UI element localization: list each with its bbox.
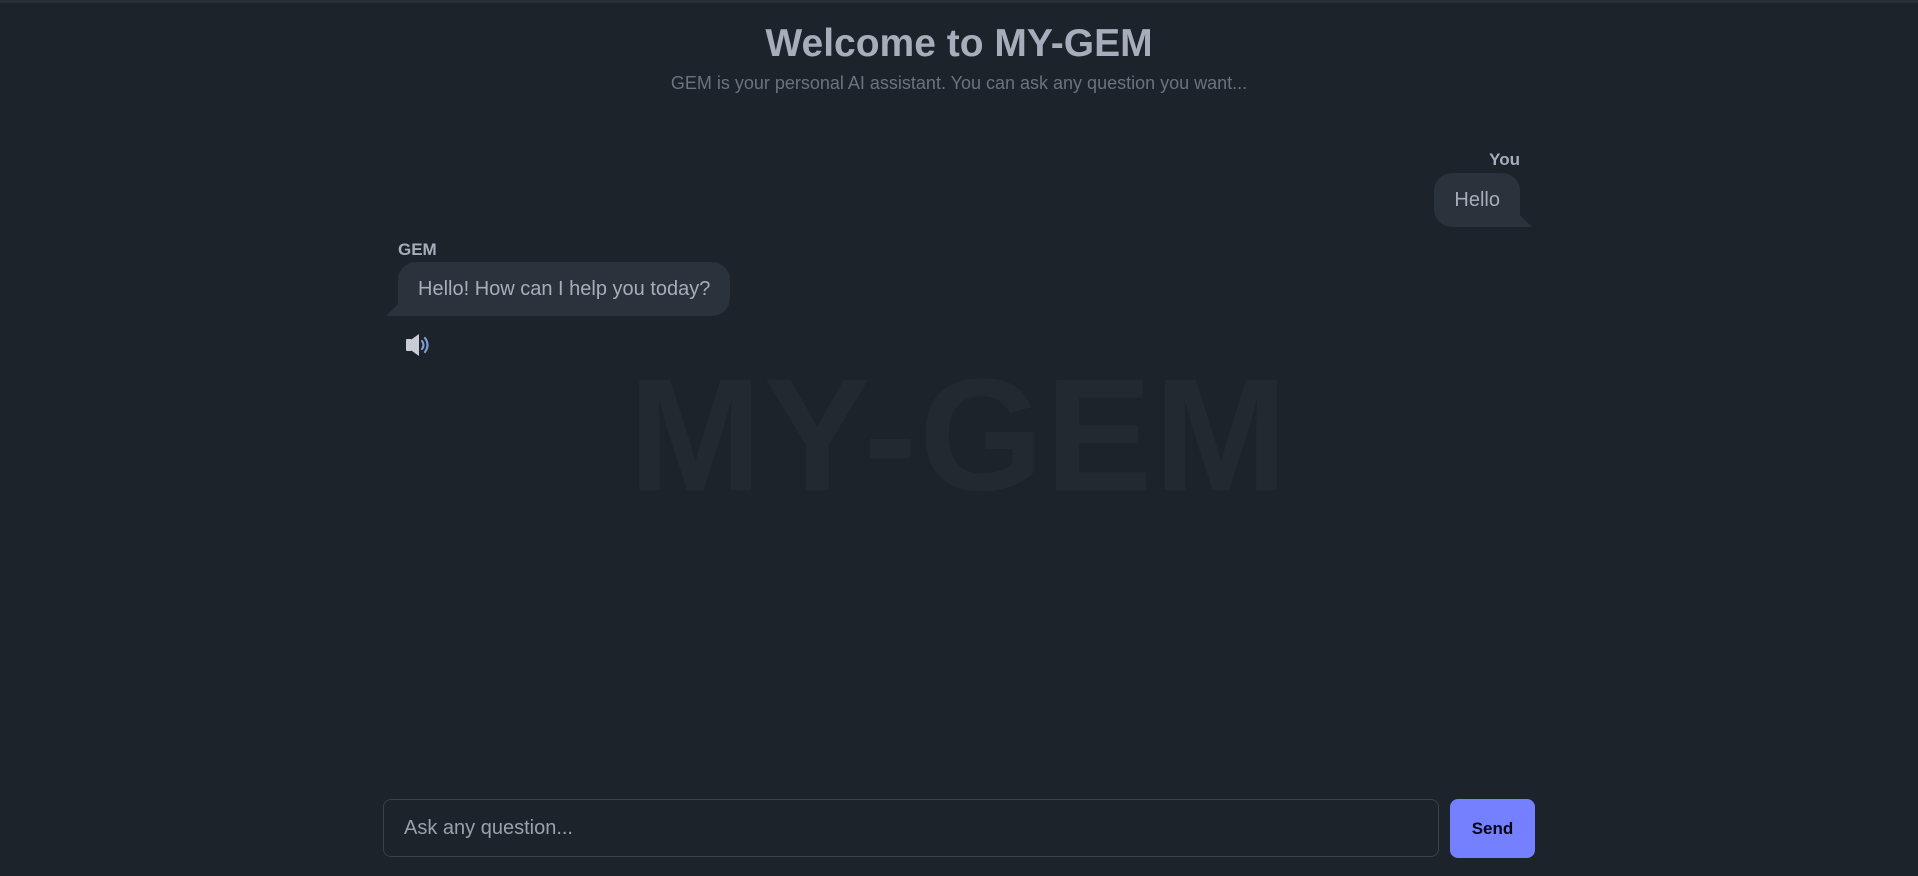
chat-bubble-user: Hello (1434, 173, 1520, 227)
message-sender-gem: GEM (398, 240, 437, 259)
top-divider (0, 0, 1918, 3)
chat-bubble-assistant: Hello! How can I help you today? (398, 262, 731, 316)
question-input[interactable] (384, 800, 1438, 856)
page-header: Welcome to MY-GEM GEM is your personal A… (0, 20, 1918, 94)
page-title: Welcome to MY-GEM (765, 22, 1153, 65)
speaker-icon[interactable] (405, 333, 431, 357)
question-input-wrapper (383, 799, 1439, 857)
send-button[interactable]: Send (1450, 799, 1535, 858)
page-subtitle: GEM is your personal AI assistant. You c… (670, 73, 1248, 93)
watermark-logo: MY-GEM (628, 345, 1290, 524)
message-sender-you: You (1489, 150, 1520, 169)
